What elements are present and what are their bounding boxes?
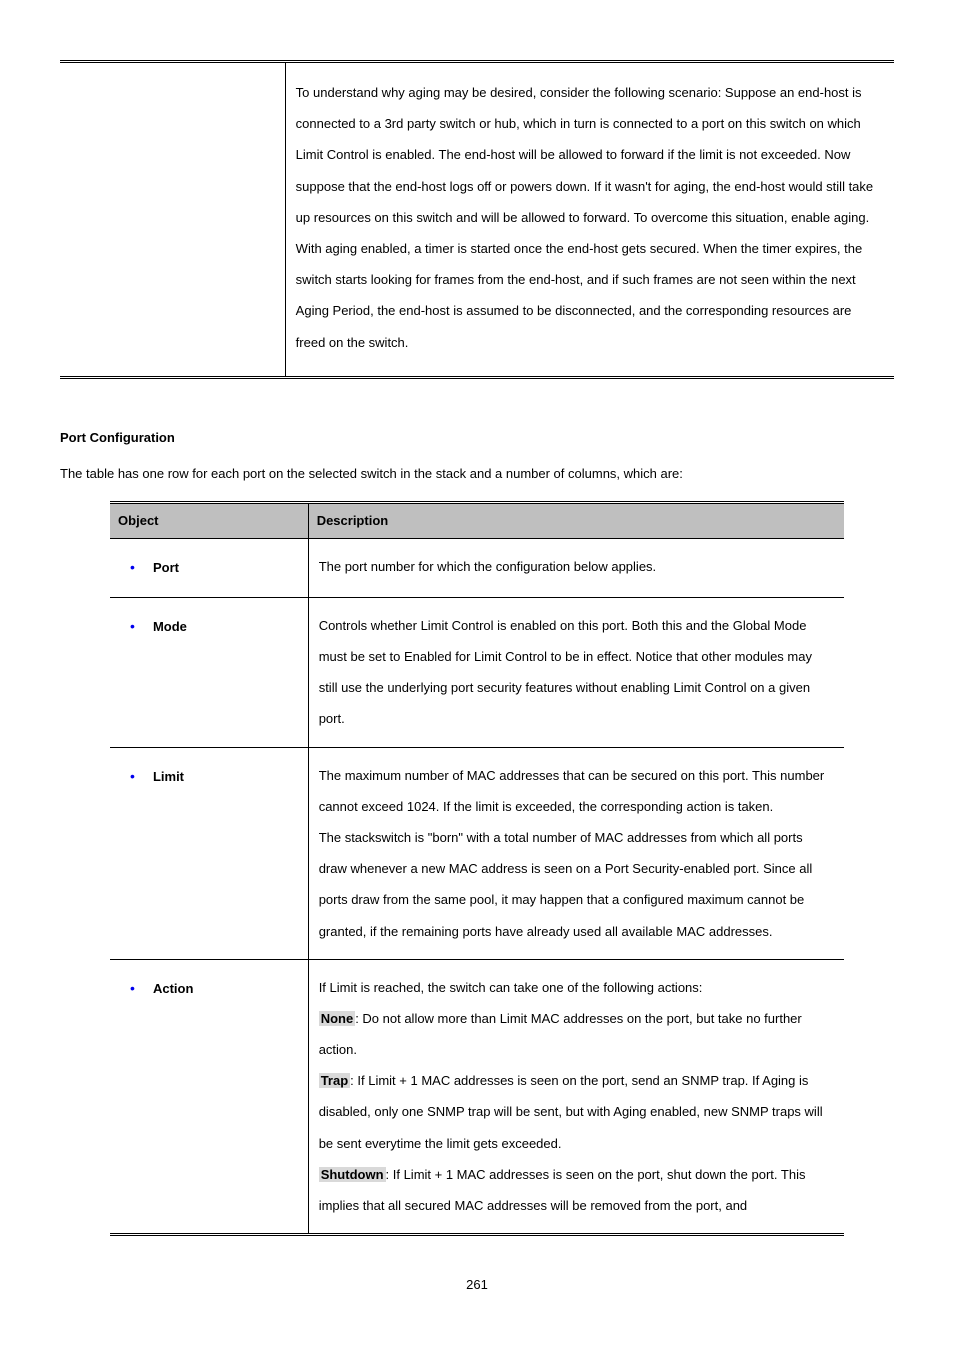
row-port-description: The port number for which the configurat…: [308, 539, 844, 598]
table-row: Action If Limit is reached, the switch c…: [110, 959, 844, 1235]
row-mode-description: Controls whether Limit Control is enable…: [308, 597, 844, 747]
label-none: None: [319, 1011, 356, 1026]
row-limit-object: Limit: [110, 747, 308, 959]
action-trap: Trap: If Limit + 1 MAC addresses is seen…: [319, 1065, 834, 1159]
table-row: Limit The maximum number of MAC addresse…: [110, 747, 844, 959]
label-shutdown: Shutdown: [319, 1167, 386, 1182]
port-configuration-table: Object Description Port The port number …: [110, 501, 844, 1236]
row-action-description: If Limit is reached, the switch can take…: [308, 959, 844, 1235]
shutdown-text: : If Limit + 1 MAC addresses is seen on …: [319, 1167, 806, 1213]
row-mode-object: Mode: [110, 597, 308, 747]
none-text: : Do not allow more than Limit MAC addre…: [319, 1011, 802, 1057]
action-intro: If Limit is reached, the switch can take…: [319, 972, 834, 1003]
aging-description-cell: To understand why aging may be desired, …: [285, 62, 894, 378]
action-none: None: Do not allow more than Limit MAC a…: [319, 1003, 834, 1065]
row-limit-description: The maximum number of MAC addresses that…: [308, 747, 844, 959]
row-port-object: Port: [110, 539, 308, 598]
table-row: Mode Controls whether Limit Control is e…: [110, 597, 844, 747]
aging-row-label-cell: [60, 62, 285, 378]
action-shutdown: Shutdown: If Limit + 1 MAC addresses is …: [319, 1159, 834, 1221]
aging-description-table: To understand why aging may be desired, …: [60, 60, 894, 379]
aging-description-text: To understand why aging may be desired, …: [296, 77, 884, 358]
header-object: Object: [110, 503, 308, 539]
header-description: Description: [308, 503, 844, 539]
page-number: 261: [60, 1276, 894, 1294]
limit-desc-para2: The stackswitch is "born" with a total n…: [319, 822, 834, 947]
limit-desc-para1: The maximum number of MAC addresses that…: [319, 760, 834, 822]
trap-text: : If Limit + 1 MAC addresses is seen on …: [319, 1073, 823, 1150]
label-trap: Trap: [319, 1073, 350, 1088]
row-action-object: Action: [110, 959, 308, 1235]
section-heading-port-configuration: Port Configuration: [60, 429, 894, 447]
port-table-header-row: Object Description: [110, 503, 844, 539]
table-row: Port The port number for which the confi…: [110, 539, 844, 598]
port-config-intro: The table has one row for each port on t…: [60, 465, 894, 483]
